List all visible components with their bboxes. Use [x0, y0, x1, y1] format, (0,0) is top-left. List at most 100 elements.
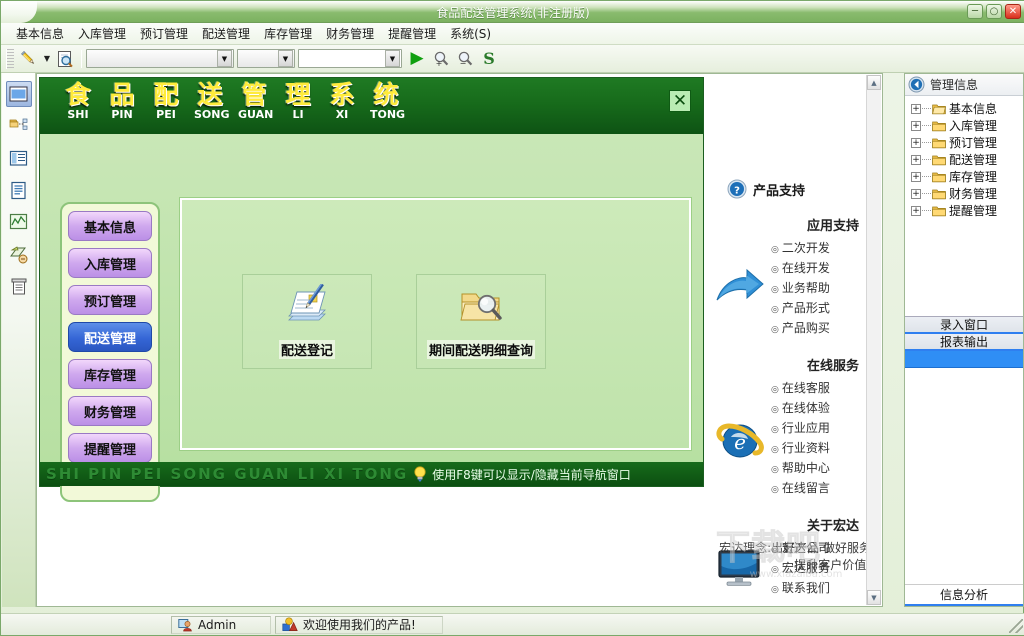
nav-button-inbound[interactable]: 入库管理: [68, 248, 152, 278]
expander-icon[interactable]: +: [911, 120, 921, 131]
menu-item-finance[interactable]: 财务管理: [319, 23, 381, 44]
report-print-icon[interactable]: [6, 273, 32, 299]
banner-char-py: PIN: [111, 108, 133, 121]
tree-node-delivery[interactable]: + 配送管理: [911, 151, 1023, 168]
banner-char-py: PEI: [156, 108, 176, 121]
folder-tree-icon[interactable]: [6, 113, 32, 139]
expander-icon[interactable]: +: [911, 171, 921, 182]
menu-item-inbound[interactable]: 入库管理: [71, 23, 133, 44]
work-area-scrollbar[interactable]: ▲ ▼: [866, 75, 881, 605]
tree-node-inbound[interactable]: + 入库管理: [911, 117, 1023, 134]
support-link-contact[interactable]: 联系我们: [771, 579, 877, 599]
banner-title: 食 SHI 品 PIN 配 PEI 送 SONG 管 GUAN 理 LI 系 X…: [62, 80, 405, 122]
nav-button-basic-info[interactable]: 基本信息: [68, 211, 152, 241]
minimize-button[interactable]: ─: [967, 4, 983, 19]
module-item-delivery-detail-query[interactable]: 期间配送明细查询: [416, 274, 546, 369]
support-link-leave-message[interactable]: 在线留言: [771, 479, 877, 499]
scroll-up-button[interactable]: ▲: [867, 75, 881, 90]
pencil-icon[interactable]: [17, 48, 41, 70]
tree-node-reservation[interactable]: + 预订管理: [911, 134, 1023, 151]
help-question-icon: ?: [727, 179, 747, 199]
product-support-header: ? 产品支持: [709, 77, 877, 199]
close-button[interactable]: ✕: [1005, 4, 1021, 19]
tree-node-finance[interactable]: + 财务管理: [911, 185, 1023, 202]
nav-button-reservation[interactable]: 预订管理: [68, 285, 152, 315]
nav-button-inventory[interactable]: 库存管理: [68, 359, 152, 389]
menu-item-delivery[interactable]: 配送管理: [195, 23, 257, 44]
zoom-in-icon[interactable]: +: [429, 48, 453, 70]
run-query-button[interactable]: ▶: [405, 48, 429, 70]
chevron-down-icon[interactable]: ▼: [217, 50, 232, 67]
support-link-industry-docs[interactable]: 行业资料: [771, 439, 877, 459]
nav-button-finance[interactable]: 财务管理: [68, 396, 152, 426]
module-item-label: 配送登记: [278, 340, 335, 359]
collapse-left-icon[interactable]: [908, 76, 925, 93]
menu-item-reservation[interactable]: 预订管理: [133, 23, 195, 44]
panel-tab-info-analysis[interactable]: 信息分析: [905, 584, 1023, 606]
tree-node-inventory[interactable]: + 库存管理: [911, 168, 1023, 185]
toolbar-grip[interactable]: [6, 48, 14, 69]
pencil-dropdown-caret[interactable]: ▼: [41, 48, 53, 70]
banner-char: 配 PEI: [150, 82, 182, 122]
panel-tab-input-window[interactable]: 录入窗口: [905, 317, 1023, 334]
document-icon[interactable]: [6, 177, 32, 203]
support-link-industry-app[interactable]: 行业应用: [771, 419, 877, 439]
banner-char-py: SHI: [67, 108, 89, 121]
expander-icon[interactable]: +: [911, 205, 921, 216]
work-area: 食 SHI 品 PIN 配 PEI 送 SONG 管 GUAN 理 LI 系 X…: [36, 73, 883, 607]
menu-item-system[interactable]: 系统(S): [443, 23, 498, 44]
support-link-business-help[interactable]: 业务帮助: [771, 279, 877, 299]
filter-combo-2[interactable]: ▼: [237, 49, 295, 68]
toolbar-separator-1: [81, 49, 82, 68]
banner-char-py: LI: [292, 108, 304, 121]
nav-button-delivery[interactable]: 配送管理: [68, 322, 152, 352]
scroll-down-button[interactable]: ▼: [867, 590, 881, 605]
expander-icon[interactable]: +: [911, 103, 921, 114]
zoom-out-icon[interactable]: −: [453, 48, 477, 70]
support-link-product-form[interactable]: 产品形式: [771, 299, 877, 319]
svg-text:+: +: [436, 59, 443, 68]
tree-node-reminder[interactable]: + 提醒管理: [911, 202, 1023, 219]
support-link-online-demo[interactable]: 在线体验: [771, 399, 877, 419]
menu-item-reminder[interactable]: 提醒管理: [381, 23, 443, 44]
chevron-down-icon[interactable]: ▼: [278, 50, 293, 67]
banner-char: 食 SHI: [62, 82, 94, 122]
search-document-icon[interactable]: [53, 48, 77, 70]
support-links-application: 二次开发 在线开发 业务帮助 产品形式 产品购买: [771, 239, 877, 339]
menu-item-inventory[interactable]: 库存管理: [257, 23, 319, 44]
expander-icon[interactable]: +: [911, 154, 921, 165]
management-info-title: 管理信息: [930, 78, 979, 92]
window-view-icon[interactable]: [5, 81, 32, 107]
tree-node-basic-info[interactable]: + 基本信息: [911, 100, 1023, 117]
list-view-icon[interactable]: [6, 145, 32, 171]
refresh-icon[interactable]: S: [477, 48, 501, 70]
support-link-help-center[interactable]: 帮助中心: [771, 459, 877, 479]
resize-grip[interactable]: [1009, 619, 1023, 633]
navigation-window-close-button[interactable]: ✕: [669, 90, 691, 112]
support-link-secondary-dev[interactable]: 二次开发: [771, 239, 877, 259]
panel-tab-report-output[interactable]: 报表输出: [905, 334, 1023, 351]
chart-icon[interactable]: [6, 209, 32, 235]
expander-icon[interactable]: +: [911, 137, 921, 148]
nav-button-reminder[interactable]: 提醒管理: [68, 433, 152, 463]
module-item-delivery-registration[interactable]: 配送登记: [242, 274, 372, 369]
support-section-title: 关于宏达: [806, 519, 859, 534]
expander-icon[interactable]: +: [911, 188, 921, 199]
menu-item-basic-info[interactable]: 基本信息: [9, 23, 71, 44]
tree-node-label: 提醒管理: [949, 204, 998, 218]
tree-node-label: 配送管理: [949, 153, 998, 167]
status-bar: Admin 欢迎使用我们的产品!: [1, 613, 1024, 635]
support-link-product-buy[interactable]: 产品购买: [771, 319, 877, 339]
maximize-button[interactable]: ○: [986, 4, 1002, 19]
support-link-online-service[interactable]: 在线客服: [771, 379, 877, 399]
panel-tab-selected[interactable]: [905, 351, 1023, 368]
print-preview-icon[interactable]: [6, 241, 32, 267]
banner-char-cn: 送: [197, 80, 223, 109]
module-icon-grid: 配送登记 期间配送明细查询: [182, 200, 689, 369]
support-link-online-dev[interactable]: 在线开发: [771, 259, 877, 279]
chevron-down-icon[interactable]: ▼: [385, 50, 400, 67]
tree-node-label: 财务管理: [949, 187, 998, 201]
filter-combo-1[interactable]: ▼: [86, 49, 234, 68]
search-input[interactable]: ▼: [298, 49, 402, 68]
management-info-panels: 录入窗口 报表输出: [905, 316, 1023, 368]
